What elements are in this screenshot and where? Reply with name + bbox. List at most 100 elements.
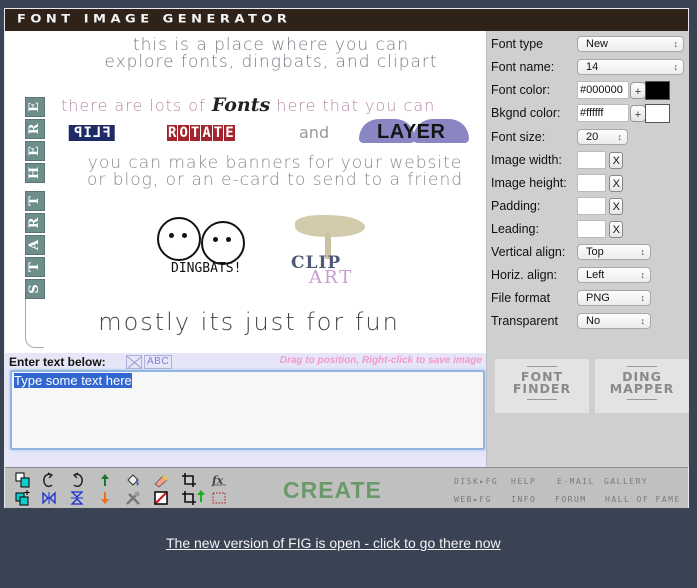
start-here-tile: R [25,213,45,233]
flip-sample: FLIP [69,125,115,141]
font-type-label: Font type [491,37,544,51]
leading-clear-button[interactable]: X [609,221,623,238]
drag-hint: Drag to position, Right-click to save im… [279,355,482,366]
font-name-row: Font name: 14 [491,58,689,78]
preview-image[interactable]: This is a place where you can explore fo… [5,31,486,353]
text-entry-area: Enter text below: ABC Drag to position, … [5,353,486,467]
image-height-clear-button[interactable]: X [609,175,623,192]
app-title: Font Image Generator [17,13,292,26]
file-format-row: File format PNG [491,289,689,309]
text-input[interactable] [10,370,485,450]
create-button[interactable]: CREATE [283,477,382,504]
font-name-label: Font name: [491,60,555,74]
rotate-letter: T [189,125,201,141]
font-color-input[interactable]: #000000 [577,81,629,99]
bkgnd-color-row: Bkgnd color: #ffffff + [491,104,689,124]
leading-input[interactable] [577,220,606,238]
info-link[interactable]: INFO [511,495,536,504]
font-color-swatch[interactable] [645,81,670,100]
image-height-label: Image height: [491,176,567,190]
preview-line-fonts: There are lots of Fonts here that you ca… [61,96,481,115]
file-format-select[interactable]: PNG [577,290,651,306]
bkgnd-color-picker-button[interactable]: + [630,105,646,122]
enter-text-label: Enter text below: [9,355,106,369]
font-finder-button[interactable]: Font Finder [495,359,589,413]
image-height-input[interactable] [577,174,606,192]
disk-fg-link[interactable]: DISK▸FG [454,477,498,486]
rotate-letter: R [167,125,178,141]
no-background-icon[interactable] [153,490,169,506]
horiz-align-row: Horiz. align: Left [491,266,689,286]
font-color-row: Font color: #000000 + [491,81,689,101]
dingbats-clipart: DINGBATS! [157,217,251,279]
rotate-letter: E [224,125,235,141]
eraser-icon[interactable] [153,472,169,488]
rotate-sample: ROTATE [165,125,238,141]
vertical-align-select[interactable]: Top [577,244,651,260]
font-image-generator-window: Font Image Generator This is a place whe… [4,8,689,508]
gallery-link[interactable]: GALLERY [604,477,648,486]
tools-icon[interactable] [125,490,141,506]
font-style-icon[interactable]: fx [211,472,227,488]
move-down-icon[interactable] [97,490,113,506]
image-width-input[interactable] [577,151,606,169]
new-version-link[interactable]: The new version of FIG is open - click t… [166,535,501,551]
horiz-align-select[interactable]: Left [577,267,651,283]
preview-line-fonts-before: There are lots of [61,96,212,115]
help-link[interactable]: HELP [511,477,536,486]
horiz-align-label: Horiz. align: [491,268,557,282]
abc-button[interactable]: ABC [144,355,173,369]
image-width-clear-button[interactable]: X [609,152,623,169]
email-link[interactable]: E-MAIL [557,477,595,486]
clear-text-icon[interactable] [126,355,142,369]
font-size-select[interactable]: 20 [577,129,628,145]
start-here-tile: T [25,191,45,211]
select-area-icon[interactable] [211,490,227,506]
image-width-row: Image width: X [491,151,689,171]
image-height-row: Image height: X [491,174,689,194]
app-title-bar: Font Image Generator [5,9,688,31]
start-here-tile: E [25,141,45,161]
rotate-letter: O [178,125,189,141]
font-name-select[interactable]: 14 [577,59,684,75]
start-here-tile: T [25,257,45,277]
duplicate-icon[interactable] [15,472,31,488]
padding-clear-button[interactable]: X [609,198,623,215]
padding-row: Padding: X [491,197,689,217]
flip-vertical-icon[interactable] [69,490,85,506]
preview-line-banners: You can make banners for your website or… [86,153,464,190]
font-color-label: Font color: [491,83,551,97]
bkgnd-color-input[interactable]: #ffffff [577,104,629,122]
crop-up-icon[interactable] [181,490,207,506]
rotate-right-icon[interactable] [69,472,85,488]
transparent-select[interactable]: No [577,313,651,329]
font-color-picker-button[interactable]: + [630,82,646,99]
ding-mapper-line2: Mapper [609,381,675,396]
flip-horizontal-icon[interactable] [41,490,57,506]
divider [527,366,557,367]
move-up-icon[interactable] [97,472,113,488]
font-type-select[interactable]: New [577,36,684,52]
fill-color-icon[interactable] [125,472,141,488]
hall-of-fame-link[interactable]: HALL OF FAME [605,495,681,504]
pointing-hand-icon [25,299,44,348]
font-size-row: Font size: 20 [491,128,689,148]
start-here-tile: R [25,119,45,139]
art-word: ART [309,267,354,288]
start-here-tile: E [25,97,45,117]
rotate-letter: T [212,125,224,141]
add-layer-icon[interactable] [15,490,31,506]
bkgnd-color-swatch[interactable] [645,104,670,123]
padding-input[interactable] [577,197,606,215]
forum-link[interactable]: FORUM [555,495,587,504]
and-word: and [299,123,330,142]
vertical-align-label: Vertical align: [491,245,566,259]
font-finder-line2: Finder [512,381,572,396]
settings-panel: Font type New Font name: 14 Font color: … [486,31,689,467]
rotate-left-icon[interactable] [41,472,57,488]
web-fg-link[interactable]: WEB▸FG [454,495,492,504]
ding-mapper-button[interactable]: Ding Mapper [595,359,689,413]
divider [627,399,657,400]
dingbats-label: DINGBATS! [171,261,242,276]
crop-icon[interactable] [181,472,197,488]
